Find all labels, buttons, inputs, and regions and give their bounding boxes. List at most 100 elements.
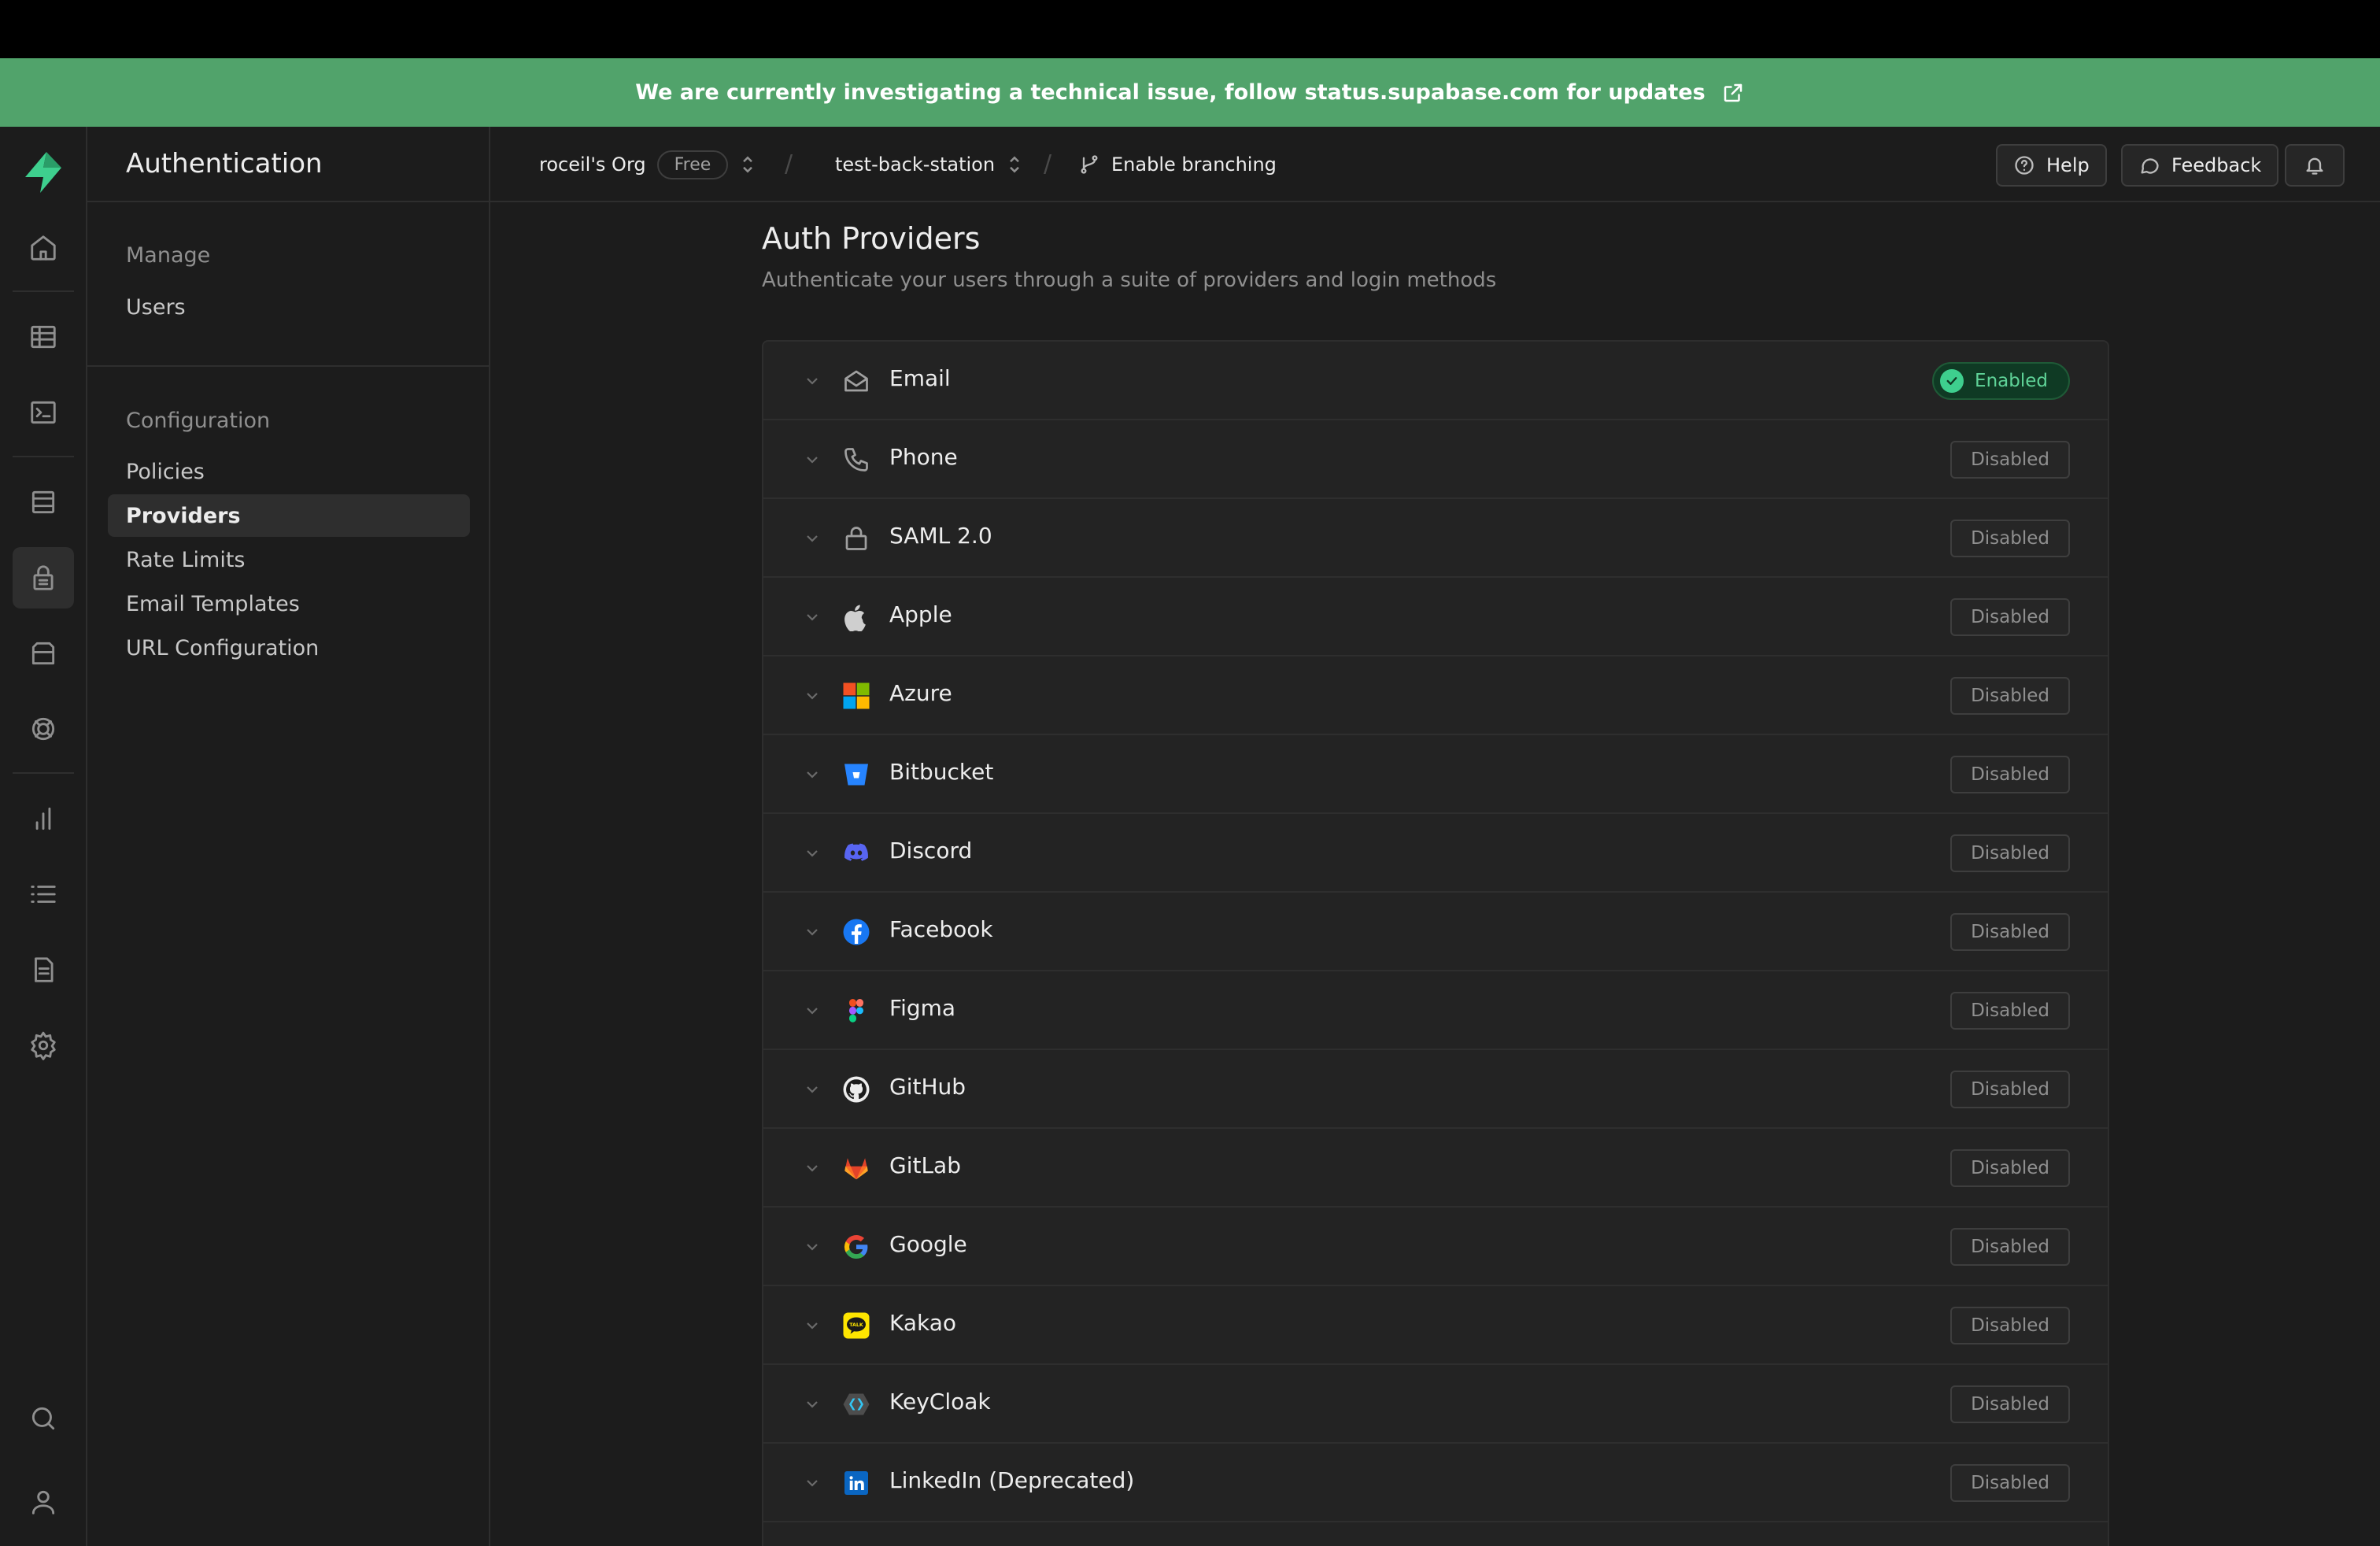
chevron-down-icon[interactable] — [803, 450, 822, 469]
lock-icon — [842, 524, 870, 553]
chevron-down-icon[interactable] — [803, 529, 822, 548]
nav-database[interactable] — [13, 472, 74, 533]
subnav-item-email-templates[interactable]: Email Templates — [108, 583, 470, 625]
provider-row-figma[interactable]: Figma Disabled — [763, 971, 2108, 1050]
provider-row-github[interactable]: GitHub Disabled — [763, 1050, 2108, 1129]
chevron-down-icon[interactable] — [803, 608, 822, 627]
provider-name[interactable]: KeyCloak — [889, 1389, 991, 1415]
chevron-down-icon[interactable] — [803, 1474, 822, 1492]
chevron-down-icon[interactable] — [803, 844, 822, 863]
chevron-down-icon[interactable] — [803, 1001, 822, 1020]
provider-name[interactable]: Email — [889, 365, 951, 391]
discord-icon — [842, 839, 870, 867]
azure-icon — [842, 682, 870, 710]
notifications-button[interactable] — [2285, 144, 2345, 187]
project-name[interactable]: test-back-station — [835, 153, 995, 176]
enable-branching-button[interactable]: Enable branching — [1078, 127, 1277, 202]
page-subtitle: Authenticate your users through a suite … — [762, 268, 1497, 292]
status-badge: Disabled — [1950, 1464, 2070, 1502]
chevron-down-icon[interactable] — [803, 1080, 822, 1099]
provider-name[interactable]: Discord — [889, 838, 972, 864]
provider-row-email[interactable]: Email Enabled — [763, 342, 2108, 420]
provider-name[interactable]: Bitbucket — [889, 759, 993, 785]
provider-name[interactable]: Apple — [889, 601, 952, 627]
breadcrumb-separator: / — [1044, 150, 1052, 178]
status-badge: Disabled — [1950, 1071, 2070, 1108]
check-circle-icon — [1940, 369, 1964, 393]
provider-name[interactable]: Phone — [889, 444, 958, 470]
provider-name[interactable]: GitLab — [889, 1152, 961, 1178]
provider-name[interactable]: GitHub — [889, 1074, 966, 1100]
nav-account[interactable] — [13, 1471, 74, 1533]
feedback-button[interactable]: Feedback — [2121, 144, 2279, 187]
status-badge: Disabled — [1950, 1385, 2070, 1423]
subnav-item-providers[interactable]: Providers — [108, 494, 470, 537]
chevron-up-down-icon[interactable] — [739, 153, 756, 176]
status-banner[interactable]: We are currently investigating a technic… — [0, 58, 2380, 127]
nav-api-docs[interactable] — [13, 939, 74, 1000]
provider-row-phone[interactable]: Phone Disabled — [763, 420, 2108, 499]
nav-sql-editor[interactable] — [13, 382, 74, 443]
provider-row-kakao[interactable]: TALK Kakao Disabled — [763, 1286, 2108, 1365]
enable-branching-label[interactable]: Enable branching — [1111, 153, 1277, 176]
subnav-item-users[interactable]: Users — [108, 286, 470, 328]
table-editor-icon — [31, 325, 56, 349]
provider-row-keycloak[interactable]: KeyCloak Disabled — [763, 1365, 2108, 1444]
provider-row-facebook[interactable]: Facebook Disabled — [763, 893, 2108, 971]
breadcrumb-org[interactable]: roceil's Org Free — [539, 127, 756, 202]
help-button[interactable]: Help — [1996, 144, 2107, 187]
chevron-down-icon[interactable] — [803, 765, 822, 784]
provider-row-discord[interactable]: Discord Disabled — [763, 814, 2108, 893]
page-title: Auth Providers — [762, 221, 981, 256]
provider-row-bitbucket[interactable]: Bitbucket Disabled — [763, 735, 2108, 814]
chevron-up-down-icon[interactable] — [1006, 153, 1023, 176]
provider-row-azure[interactable]: Azure Disabled — [763, 656, 2108, 735]
provider-row-apple[interactable]: Apple Disabled — [763, 578, 2108, 656]
status-badge: Disabled — [1950, 913, 2070, 951]
provider-name[interactable]: Kakao — [889, 1310, 956, 1336]
chevron-down-icon[interactable] — [803, 1237, 822, 1256]
banner-text[interactable]: We are currently investigating a technic… — [635, 80, 1705, 105]
nav-search[interactable] — [13, 1388, 74, 1449]
chevron-down-icon[interactable] — [803, 1395, 822, 1414]
provider-name[interactable]: Azure — [889, 680, 952, 706]
nav-realtime[interactable] — [13, 698, 74, 760]
git-branch-icon — [1081, 155, 1098, 174]
status-label: Enabled — [1975, 371, 2048, 391]
keycloak-icon — [842, 1390, 870, 1418]
provider-name[interactable]: SAML 2.0 — [889, 523, 992, 549]
chevron-down-icon[interactable] — [803, 686, 822, 705]
external-link-icon[interactable] — [1721, 81, 1745, 105]
chevron-down-icon[interactable] — [803, 1159, 822, 1178]
api-docs-icon — [35, 957, 54, 982]
org-name[interactable]: roceil's Org — [539, 153, 646, 176]
provider-row-gitlab[interactable]: GitLab Disabled — [763, 1129, 2108, 1208]
subnav-item-url-configuration[interactable]: URL Configuration — [108, 627, 470, 669]
chevron-down-icon[interactable] — [803, 372, 822, 390]
nav-logs[interactable] — [13, 864, 74, 925]
provider-name[interactable]: Google — [889, 1231, 967, 1257]
nav-reports[interactable] — [13, 788, 74, 849]
breadcrumb-project[interactable]: test-back-station — [835, 127, 1023, 202]
status-label: Disabled — [1971, 1079, 2049, 1100]
status-badge: Disabled — [1950, 992, 2070, 1030]
status-badge: Disabled — [1950, 441, 2070, 479]
nav-table-editor[interactable] — [13, 306, 74, 368]
chevron-down-icon[interactable] — [803, 923, 822, 941]
nav-settings[interactable] — [13, 1015, 74, 1076]
supabase-logo-icon[interactable] — [22, 150, 65, 194]
provider-name[interactable]: LinkedIn (Deprecated) — [889, 1467, 1134, 1493]
nav-authentication[interactable] — [13, 547, 74, 608]
provider-row-linkedin-deprecated[interactable]: LinkedIn (Deprecated) Disabled — [763, 1444, 2108, 1522]
provider-name[interactable]: Facebook — [889, 916, 993, 942]
subnav-item-policies[interactable]: Policies — [108, 450, 470, 493]
provider-name[interactable]: Figma — [889, 995, 955, 1021]
subnav-item-rate-limits[interactable]: Rate Limits — [108, 538, 470, 581]
chevron-down-icon[interactable] — [803, 1316, 822, 1335]
status-label: Disabled — [1971, 686, 2049, 706]
nav-home[interactable] — [13, 217, 74, 279]
provider-row-google[interactable]: Google Disabled — [763, 1208, 2108, 1286]
auth-sub-navigation: Authentication Manage Users Configuratio… — [87, 127, 490, 1546]
nav-storage[interactable] — [13, 623, 74, 684]
provider-row-saml-2-0[interactable]: SAML 2.0 Disabled — [763, 499, 2108, 578]
